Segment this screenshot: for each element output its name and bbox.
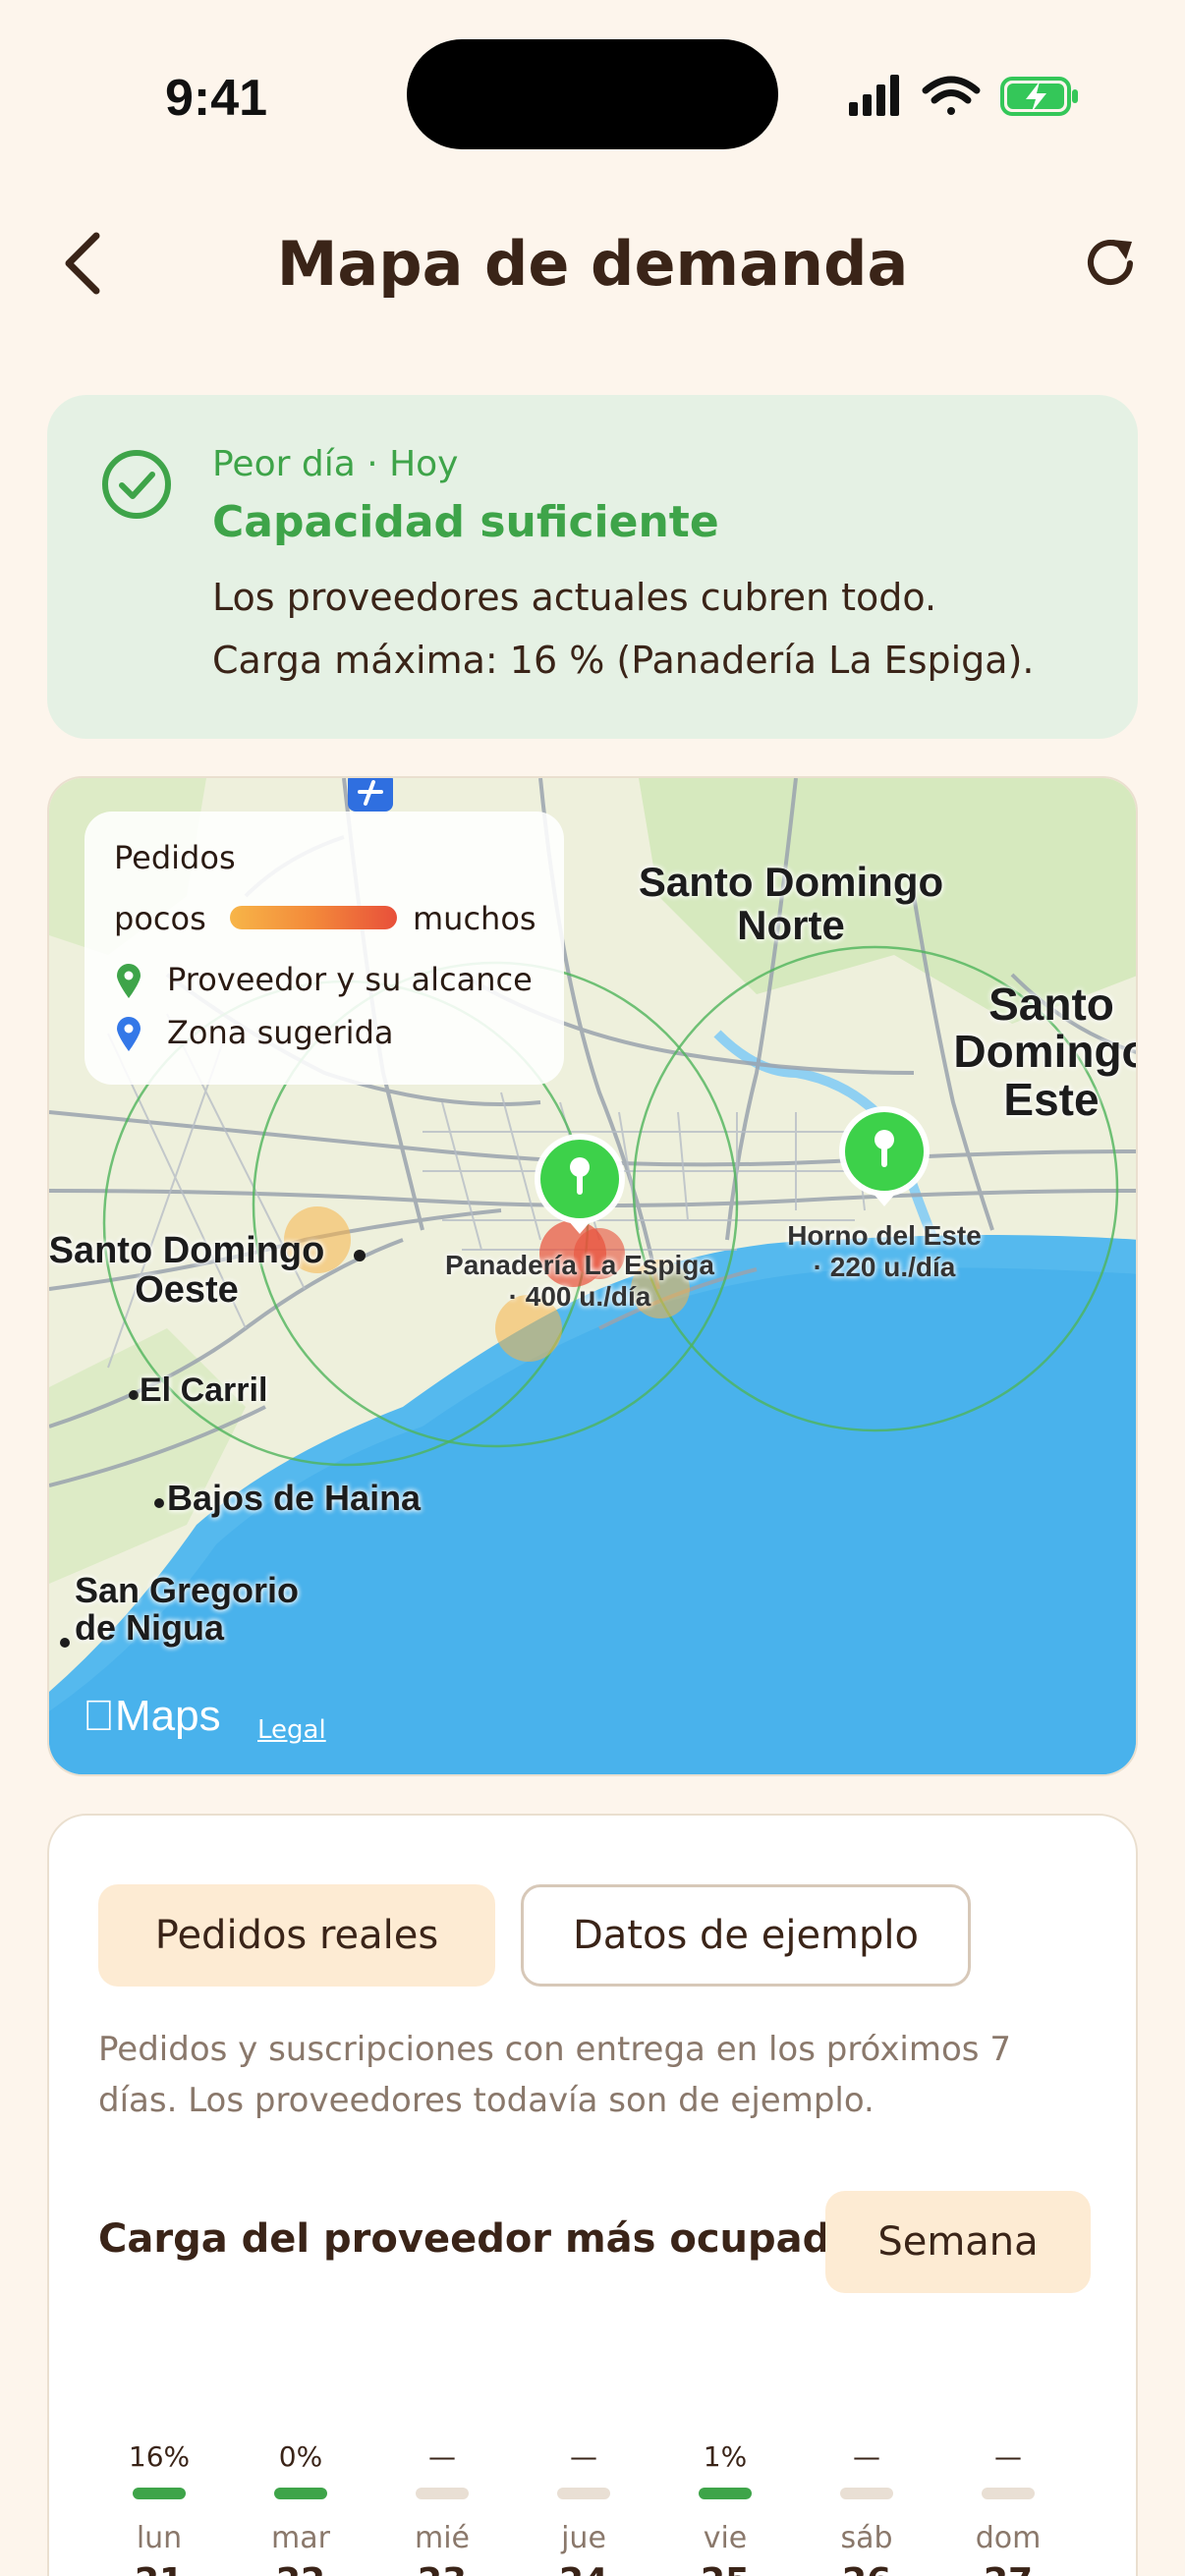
day-number: 23 <box>383 2561 501 2576</box>
maps-logo: Maps <box>83 1692 221 1740</box>
day-load-bar <box>840 2488 893 2499</box>
day-column-mar[interactable]: 0% mar 22 <box>242 2440 360 2576</box>
day-column-dom[interactable]: — dom 27 <box>949 2440 1067 2576</box>
battery-charging-icon <box>1000 77 1078 116</box>
provider-capacity: · 220 u./día <box>813 1252 956 1283</box>
day-load-percent: — <box>428 2440 456 2473</box>
apple-logo-icon:  <box>83 1692 115 1740</box>
dynamic-island <box>407 39 778 149</box>
data-description: Pedidos y suscripciones con entrega en l… <box>98 2030 1011 2120</box>
refresh-icon[interactable] <box>1083 234 1142 293</box>
day-column-lun[interactable]: 16% lun 21 <box>100 2440 218 2576</box>
city-label-sd-norte: Santo Domingo Norte <box>638 859 944 949</box>
day-number: 25 <box>666 2561 784 2576</box>
day-load-bar <box>416 2488 469 2499</box>
legend-suggested-row: Zona sugerida <box>114 1014 546 1053</box>
day-name: mar <box>271 2521 330 2555</box>
status-kicker: Peor día · Hoy <box>212 444 459 484</box>
capacity-status-card: Peor día · Hoy Capacidad suficiente Los … <box>47 395 1138 739</box>
checkmark-circle-icon <box>102 450 171 519</box>
legend-provider-label: Proveedor y su alcance <box>167 961 533 998</box>
provider-label-horno-del-este[interactable]: Horno del Este · 220 u./día <box>766 1220 1002 1283</box>
day-load-percent: — <box>994 2440 1022 2473</box>
day-load-bar <box>274 2488 327 2499</box>
legend-gradient <box>230 906 397 929</box>
day-load-bar <box>557 2488 610 2499</box>
provider-name: Panadería La Espiga <box>445 1250 714 1280</box>
day-column-sáb[interactable]: — sáb 26 <box>808 2440 926 2576</box>
page-title: Mapa de demanda <box>276 228 909 300</box>
cellular-signal-icon <box>849 75 899 116</box>
legend-title: Pedidos <box>114 839 236 876</box>
status-bar: 9:41 <box>0 0 1185 187</box>
day-name: dom <box>975 2521 1042 2555</box>
day-name: lun <box>136 2521 183 2555</box>
provider-name: Horno del Este <box>787 1220 982 1251</box>
city-label-sd-este: Santo Domingo Este <box>953 979 1138 1125</box>
legend-suggested-label: Zona sugerida <box>167 1014 394 1051</box>
tab-sample-data[interactable]: Datos de ejemplo <box>521 1884 971 1987</box>
map-legend: Pedidos pocos muchos Proveedor y su alca… <box>85 812 564 1085</box>
day-name: sáb <box>840 2521 893 2555</box>
day-load-bar <box>133 2488 186 2499</box>
city-label-el-carril: El Carril <box>140 1372 268 1409</box>
airport-icon <box>348 778 393 812</box>
day-load-bar <box>982 2488 1035 2499</box>
wifi-icon <box>922 76 981 115</box>
green-pin-icon <box>117 964 141 998</box>
day-number: 22 <box>242 2561 360 2576</box>
blue-pin-icon <box>117 1017 141 1051</box>
legend-high-label: muchos <box>413 900 536 937</box>
day-load-percent: — <box>570 2440 597 2473</box>
demand-map[interactable]: Santo Domingo Norte Santo Domingo Este S… <box>47 776 1138 1776</box>
legend-low-label: pocos <box>114 900 206 937</box>
day-name: mié <box>414 2521 470 2555</box>
status-line-1: Los proveedores actuales cubren todo. <box>212 576 937 619</box>
provider-capacity: · 400 u./día <box>508 1281 651 1313</box>
day-column-vie[interactable]: 1% vie 25 <box>666 2440 784 2576</box>
day-load-bar <box>699 2488 752 2499</box>
day-column-jue[interactable]: — jue 24 <box>525 2440 643 2576</box>
day-column-mié[interactable]: — mié 23 <box>383 2440 501 2576</box>
city-label-bajos-de-haina: Bajos de Haina <box>167 1478 422 1518</box>
day-number: 24 <box>525 2561 643 2576</box>
day-name: jue <box>561 2521 606 2555</box>
day-name: vie <box>703 2521 748 2555</box>
day-load-percent: 1% <box>703 2440 748 2473</box>
tab-real-orders[interactable]: Pedidos reales <box>98 1884 495 1987</box>
range-week-button[interactable]: Semana <box>825 2191 1091 2293</box>
day-load-percent: — <box>853 2440 880 2473</box>
provider-label-la-espiga[interactable]: Panadería La Espiga · 400 u./día <box>423 1250 737 1313</box>
day-load-percent: 16% <box>128 2440 191 2473</box>
status-title: Capacidad suficiente <box>212 497 719 547</box>
demand-data-card: Pedidos reales Datos de ejemplo Pedidos … <box>47 1814 1138 2576</box>
day-number: 26 <box>808 2561 926 2576</box>
city-label-sd-oeste: Santo Domingo Oeste <box>48 1230 325 1311</box>
load-chart-title: Carga del proveedor más ocupado <box>98 2216 858 2262</box>
status-time: 9:41 <box>165 70 268 127</box>
day-number: 21 <box>100 2561 218 2576</box>
status-line-2: Carga máxima: 16 % (Panadería La Espiga)… <box>212 639 1035 682</box>
day-load-percent: 0% <box>278 2440 323 2473</box>
city-label-san-gregorio: San Gregorio de Nigua <box>75 1570 300 1648</box>
status-icons <box>849 75 1078 116</box>
legend-provider-row: Proveedor y su alcance <box>114 961 546 1000</box>
legal-link[interactable]: Legal <box>257 1715 326 1745</box>
day-number: 27 <box>949 2561 1067 2576</box>
